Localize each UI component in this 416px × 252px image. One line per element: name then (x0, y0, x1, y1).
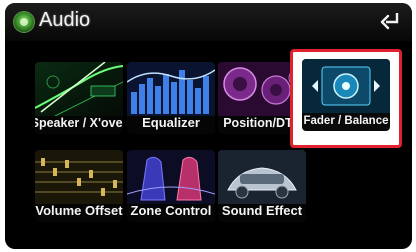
equalizer-thumbnail (127, 62, 215, 116)
sound-effect-label: Sound Effect (221, 203, 303, 218)
equalizer-label: Equalizer (142, 115, 200, 130)
fader-balance-label: Fader / Balance (303, 115, 389, 127)
sound-effect-button[interactable]: Sound Effect (218, 150, 306, 222)
volume-offset-label: Volume Offset (35, 203, 123, 218)
sound-effect-thumbnail (218, 150, 306, 204)
speaker-xover-thumbnail (35, 62, 123, 116)
zone-control-thumbnail (127, 150, 215, 204)
speaker-xover-label: Speaker / X'over (35, 116, 123, 130)
fader-balance-thumbnail (302, 59, 390, 113)
speaker-xover-button[interactable]: Speaker / X'over (35, 62, 123, 134)
volume-offset-button[interactable]: Volume Offset (35, 150, 123, 222)
equalizer-button[interactable]: Equalizer (127, 62, 215, 134)
return-arrow-icon[interactable] (378, 8, 404, 34)
page-title: Audio (39, 9, 91, 31)
header-bar: Audio (5, 3, 412, 41)
volume-offset-thumbnail (35, 150, 123, 204)
zone-control-button[interactable]: Zone Control (127, 150, 215, 222)
zone-control-label: Zone Control (130, 203, 212, 218)
audio-app-icon (13, 11, 35, 33)
fader-balance-button[interactable]: Fader / Balance (302, 59, 390, 131)
